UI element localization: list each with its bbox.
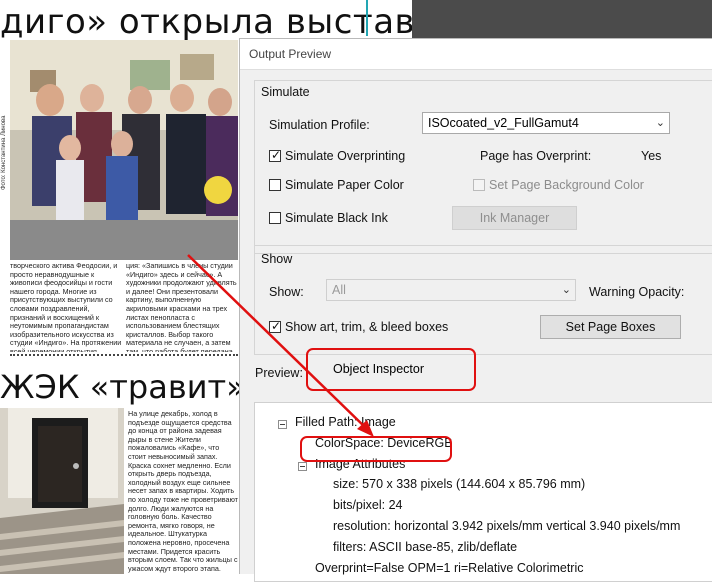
annotation-arrow — [187, 254, 374, 437]
